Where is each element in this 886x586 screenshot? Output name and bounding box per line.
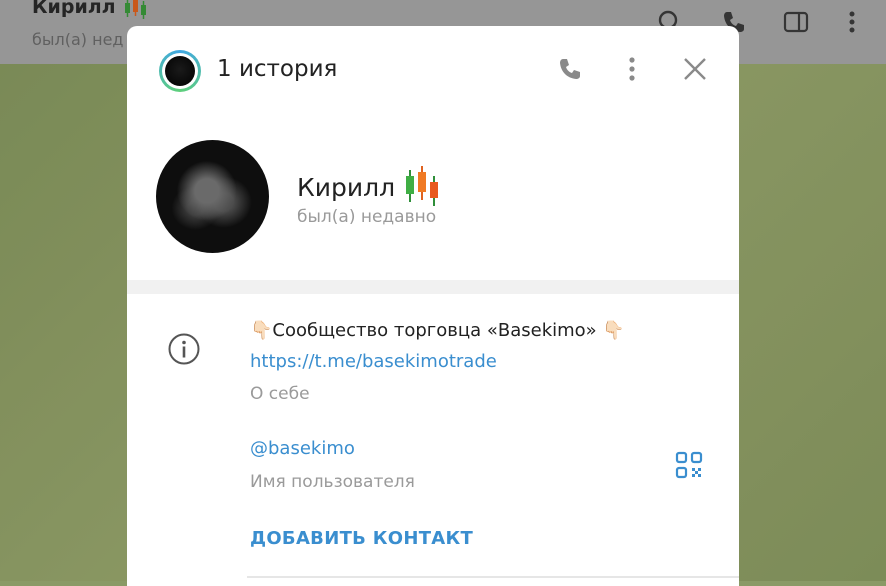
more-vertical-icon[interactable] (617, 54, 647, 84)
profile-avatar[interactable] (156, 140, 269, 253)
story-avatar[interactable] (159, 50, 201, 92)
info-icon (168, 333, 200, 365)
profile-status: был(а) недавно (297, 207, 437, 227)
section-divider (127, 280, 739, 294)
close-icon[interactable] (680, 54, 710, 84)
username-link[interactable]: @basekimo (250, 438, 355, 459)
bio-label: О себе (250, 384, 310, 404)
bio-link[interactable]: https://t.me/basekimotrade (250, 351, 497, 372)
stories-title[interactable]: 1 история (217, 56, 337, 82)
modal-header: 1 история (127, 26, 739, 116)
candlestick-emoji-icon (406, 166, 439, 206)
user-profile-modal: 1 история Кирилл был(а) недавно 👇🏻Сообще… (127, 26, 739, 586)
bottom-divider (247, 576, 739, 578)
profile-name: Кирилл (297, 166, 441, 206)
bio-text: 👇🏻Сообщество торговца «Basekimo» 👇🏻 (250, 320, 625, 341)
phone-icon[interactable] (555, 54, 585, 84)
add-contact-button[interactable]: ДОБАВИТЬ КОНТАКТ (250, 528, 473, 549)
username-label: Имя пользователя (250, 472, 415, 492)
qr-code-icon[interactable] (675, 451, 703, 479)
